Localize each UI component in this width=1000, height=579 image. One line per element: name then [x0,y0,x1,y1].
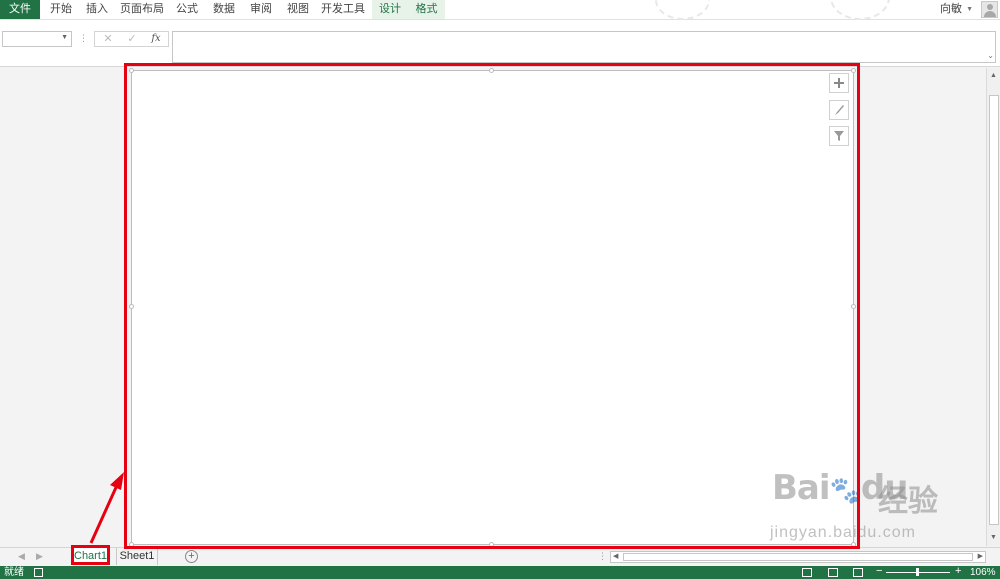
zoom-slider-thumb[interactable] [916,568,919,576]
zoom-level[interactable]: 106% [970,566,996,579]
tab-chart-design[interactable]: 设计 [372,0,408,19]
tab-formulas[interactable]: 公式 [170,0,204,19]
page-layout-view-icon[interactable] [828,568,838,577]
tab-file[interactable]: 文件 [0,0,40,19]
user-dropdown-icon[interactable]: ▼ [966,6,973,13]
formula-bar-splitter-icon[interactable]: ⋮ [79,33,88,44]
expand-formula-bar-icon[interactable]: ⌄ [987,51,994,60]
scroll-left-icon[interactable]: ◀ [613,552,618,560]
vertical-scroll-thumb[interactable] [989,95,999,525]
tab-home[interactable]: 开始 [44,0,78,19]
next-sheet-icon[interactable]: ▶ [36,551,43,562]
status-ready: 就绪 [4,567,24,578]
horizontal-scroll-thumb[interactable] [623,553,973,561]
macro-record-icon[interactable] [34,568,43,577]
formula-input[interactable] [172,31,996,63]
sheet-tab-highlight-box [71,545,110,565]
tab-data[interactable]: 数据 [207,0,241,19]
vertical-scrollbar[interactable]: ▲ ▼ [986,68,1000,546]
cancel-icon[interactable]: ✕ [97,32,119,46]
previous-sheet-icon[interactable]: ◀ [18,551,25,562]
zoom-in-icon[interactable]: + [955,565,961,577]
watermark-brand: 经验 [878,485,938,518]
normal-view-icon[interactable] [802,568,812,577]
page-break-view-icon[interactable] [853,568,863,577]
scroll-right-icon[interactable]: ▶ [978,552,983,560]
tab-page-layout[interactable]: 页面布局 [118,0,166,19]
formula-bar: ▼ ⋮ ✕ ✓ fx ⌄ [0,20,1000,67]
tab-split-handle-icon[interactable]: ⋮ [598,551,607,562]
tab-chart-format[interactable]: 格式 [408,0,445,19]
tab-insert[interactable]: 插入 [80,0,114,19]
status-bar: 就绪 − + 106% [0,565,1000,579]
tab-review[interactable]: 审阅 [244,0,278,19]
chart-highlight-box [124,63,860,549]
horizontal-scrollbar[interactable]: ◀ ▶ [610,551,986,563]
scroll-up-icon[interactable]: ▲ [990,72,997,79]
add-sheet-icon[interactable]: + [185,550,198,563]
ribbon-tab-bar: 文件 开始 插入 页面布局 公式 数据 审阅 视图 开发工具 设计 格式 向敏 … [0,0,1000,20]
sheet-tab-bar: ◀ ▶ Chart1 Sheet1 + ⋮ ◀ ▶ [0,547,1000,566]
tab-developer[interactable]: 开发工具 [319,0,367,19]
formula-buttons: ✕ ✓ fx [94,31,169,47]
user-name[interactable]: 向敏 [940,0,962,19]
sheet-tab-sheet1[interactable]: Sheet1 [116,548,158,565]
scroll-down-icon[interactable]: ▼ [990,534,997,541]
ribbon-decoration [830,0,890,20]
name-box-dropdown-icon[interactable]: ▼ [61,34,68,41]
avatar[interactable] [981,1,998,18]
enter-icon[interactable]: ✓ [121,32,143,46]
tab-view[interactable]: 视图 [281,0,315,19]
name-box[interactable]: ▼ [2,31,72,47]
insert-function-icon[interactable]: fx [145,32,167,46]
ribbon-decoration [655,0,710,20]
zoom-out-icon[interactable]: − [876,565,882,577]
